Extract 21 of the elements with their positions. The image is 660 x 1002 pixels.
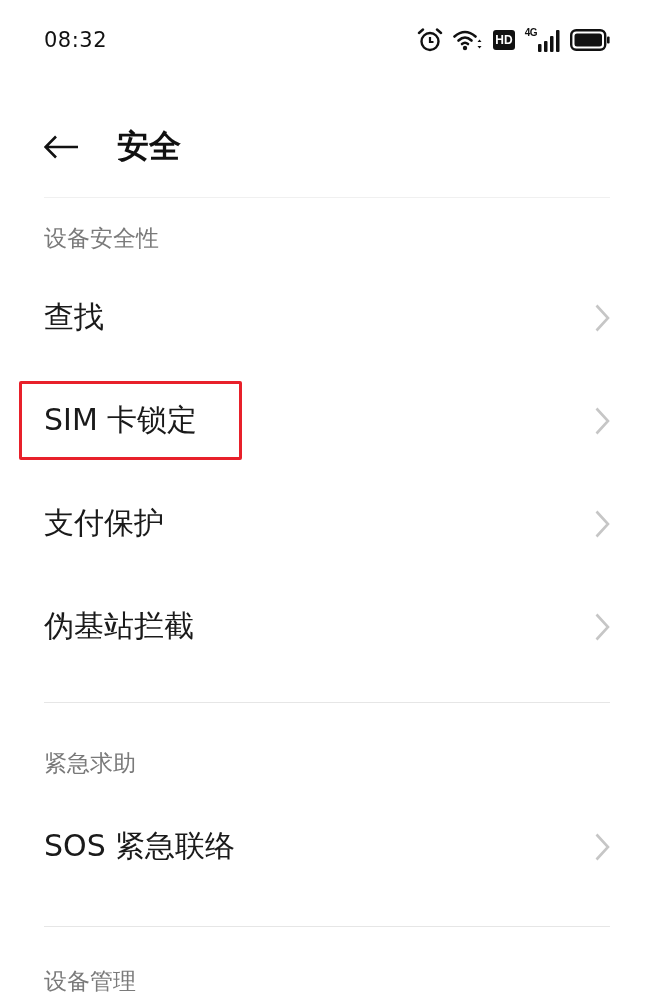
chevron-right-icon [595, 509, 610, 538]
chevron-right-icon [595, 406, 610, 435]
chevron-right-icon [595, 612, 610, 641]
hd-badge: HD [493, 29, 515, 50]
wifi-icon [453, 28, 484, 51]
settings-item[interactable]: 支付保护 [44, 503, 164, 544]
page-title: 安全 [117, 125, 181, 167]
chevron-right-icon [595, 832, 610, 861]
chevron-right-icon [595, 303, 610, 332]
alarm-clock-icon [417, 27, 444, 52]
section-title: 设备安全性 [44, 224, 160, 253]
settings-item[interactable]: 伪基站拦截 [44, 606, 194, 647]
settings-item[interactable]: SIM 卡锁定 [44, 400, 198, 441]
settings-item[interactable]: 查找 [44, 297, 104, 338]
section-title: 紧急求助 [44, 749, 137, 778]
settings-item[interactable]: SOS 紧急联络 [44, 826, 236, 867]
network-type: 4G [524, 27, 537, 38]
section-title: 设备管理 [44, 967, 137, 996]
status-time: 08:32 [44, 27, 108, 52]
signal-bars-icon [538, 29, 560, 52]
battery-icon [570, 28, 610, 51]
